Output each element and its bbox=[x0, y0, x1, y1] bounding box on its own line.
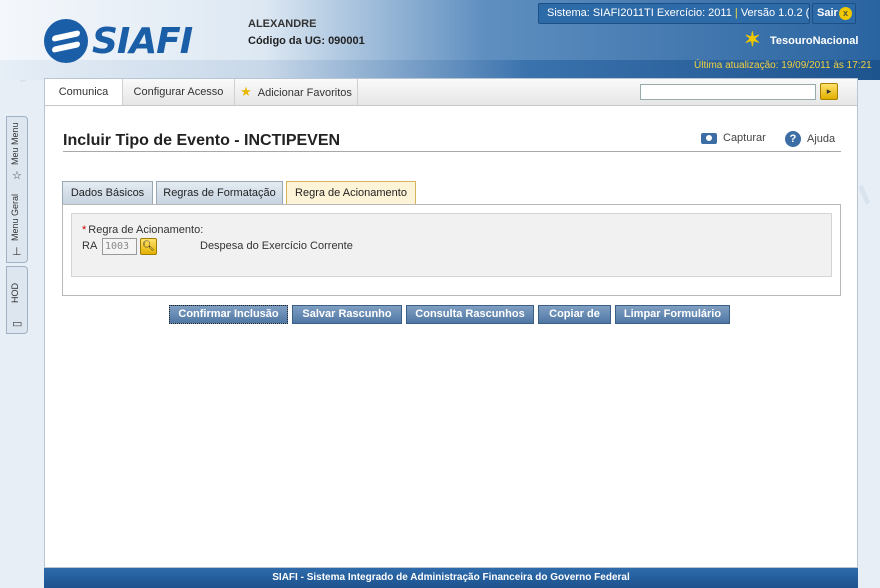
consulta-rascunhos-button[interactable]: Consulta Rascunhos bbox=[406, 305, 534, 324]
user-name: ALEXANDRE bbox=[248, 18, 317, 30]
tab-regras-formatacao[interactable]: Regras de Formatação bbox=[156, 181, 283, 204]
limpar-formulario-button[interactable]: Limpar Formulário bbox=[615, 305, 730, 324]
toolbar: Comunica Configurar Acesso ★ Adicionar Fa… bbox=[45, 79, 857, 106]
monitor-icon: ▭ bbox=[12, 318, 23, 330]
ug-info: Código da UG: 090001 bbox=[248, 35, 365, 47]
ug-label: Código da UG: bbox=[248, 35, 325, 47]
tab-regra-acionamento[interactable]: Regra de Acionamento bbox=[286, 181, 416, 205]
close-icon: x bbox=[839, 7, 852, 20]
help-icon: ? bbox=[785, 131, 801, 147]
tab-panel: * Regra de Acionamento: RA 1003 🔍︎ Despes… bbox=[62, 204, 841, 296]
brand-text: TesouroNacional bbox=[770, 35, 859, 47]
confirmar-inclusao-button[interactable]: Confirmar Inclusão bbox=[169, 305, 288, 324]
regra-acionamento-fieldset: * Regra de Acionamento: RA 1003 🔍︎ Despes… bbox=[71, 213, 832, 277]
ra-code-input[interactable]: 1003 bbox=[102, 238, 137, 255]
footer: SIAFI - Sistema Integrado de Administraç… bbox=[44, 568, 858, 588]
menu-geral-label[interactable]: Menu Geral bbox=[10, 194, 20, 241]
field-label: * Regra de Acionamento: bbox=[82, 224, 203, 236]
logout-button[interactable]: Sair x bbox=[812, 3, 856, 24]
toolbar-configurar-acesso[interactable]: Configurar Acesso bbox=[123, 79, 235, 105]
ug-value: 090001 bbox=[328, 35, 365, 47]
tab-dados-basicos[interactable]: Dados Básicos bbox=[62, 181, 153, 204]
side-menu-tab[interactable]: Meu Menu ☆ Menu Geral ⊥ bbox=[6, 116, 28, 263]
star-icon: ☆ bbox=[12, 170, 22, 182]
lookup-button[interactable]: 🔍︎ bbox=[140, 238, 157, 255]
capture-label: Capturar bbox=[723, 132, 766, 144]
siafi-logo-icon bbox=[44, 19, 88, 63]
page-title: Incluir Tipo de Evento - INCTIPEVEN bbox=[63, 132, 341, 149]
logout-label: Sair bbox=[817, 7, 838, 19]
toolbar-adicionar-favoritos[interactable]: ★ Adicionar Favoritos bbox=[235, 79, 358, 105]
salvar-rascunho-button[interactable]: Salvar Rascunho bbox=[292, 305, 402, 324]
search-input[interactable] bbox=[640, 84, 816, 100]
help-label: Ajuda bbox=[807, 133, 836, 145]
ra-prefix: RA bbox=[82, 240, 98, 252]
title-divider bbox=[63, 151, 841, 152]
main-panel: Comunica Configurar Acesso ★ Adicionar Fa… bbox=[44, 78, 858, 568]
capture-button[interactable]: Capturar bbox=[701, 132, 766, 144]
star-burst-icon bbox=[744, 27, 766, 52]
tesouro-nacional-logo: TesouroNacional bbox=[744, 27, 859, 52]
version-label: Versão bbox=[740, 7, 776, 19]
required-marker: * bbox=[82, 224, 87, 236]
last-update: Última atualização: 19/09/2011 às 17:21 bbox=[694, 60, 872, 71]
logo-text: SIAFI bbox=[92, 20, 193, 62]
hod-label[interactable]: HOD bbox=[10, 283, 20, 303]
siafi-logo: SIAFI bbox=[44, 19, 193, 63]
app-header: SIAFI ALEXANDRE Código da UG: 090001 Sis… bbox=[0, 0, 880, 80]
ra-description: Despesa do Exercício Corrente bbox=[200, 240, 353, 252]
search-icon: 🔍︎ bbox=[142, 241, 155, 252]
toolbar-comunica[interactable]: Comunica bbox=[45, 79, 123, 105]
hod-tab[interactable]: HOD ▭ bbox=[6, 266, 28, 334]
system-info-bar: Sistema: SIAFI2011TI Exercício: 2011 | V… bbox=[538, 3, 810, 24]
help-button[interactable]: ? Ajuda bbox=[785, 131, 835, 147]
system-info: Sistema: SIAFI2011TI Exercício: 2011 bbox=[547, 7, 732, 19]
star-icon: ★ bbox=[240, 84, 252, 99]
meu-menu-label[interactable]: Meu Menu bbox=[10, 122, 20, 165]
version-value: 1.0.2 (d) (424) bbox=[778, 7, 810, 19]
camera-icon bbox=[701, 132, 717, 144]
search-go-button[interactable]: ▸ bbox=[820, 83, 838, 100]
favorites-label: Adicionar Favoritos bbox=[257, 87, 352, 99]
field-label-text: Regra de Acionamento: bbox=[88, 224, 204, 236]
copiar-de-button[interactable]: Copiar de bbox=[538, 305, 611, 324]
sitemap-icon: ⊥ bbox=[12, 246, 22, 258]
